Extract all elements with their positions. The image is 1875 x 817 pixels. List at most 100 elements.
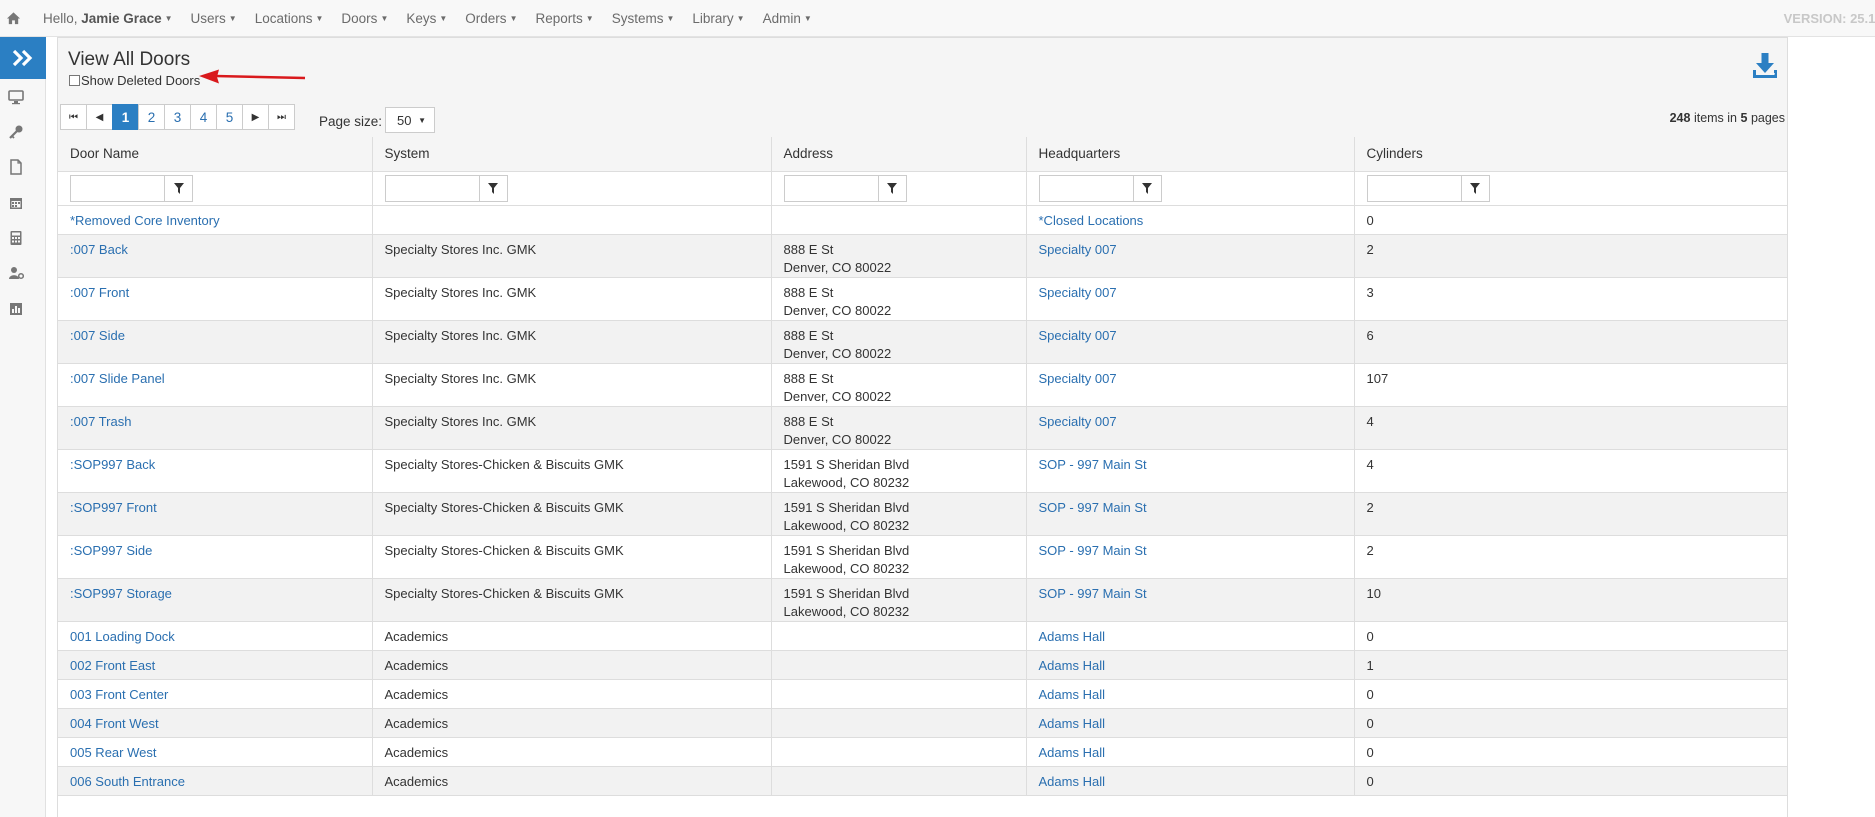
prev-page-button[interactable]: ◀: [86, 104, 113, 130]
door-link[interactable]: :007 Slide Panel: [70, 371, 165, 386]
greeting-text: Hello,: [43, 11, 78, 26]
filter-input[interactable]: [1038, 174, 1134, 202]
page-size-select[interactable]: 50 ▼: [385, 107, 436, 133]
calendar-icon[interactable]: [8, 195, 24, 211]
door-link[interactable]: 003 Front Center: [70, 687, 168, 702]
column-header[interactable]: Address: [771, 137, 1027, 172]
page-button[interactable]: 2: [138, 104, 165, 130]
download-icon[interactable]: [1751, 52, 1779, 80]
door-link[interactable]: :007 Back: [70, 242, 128, 257]
headquarters-link[interactable]: SOP - 997 Main St: [1039, 500, 1147, 515]
monitor-icon[interactable]: [8, 89, 24, 105]
nav-item-doors[interactable]: Doors ▼: [341, 11, 388, 26]
headquarters-link[interactable]: Adams Hall: [1039, 716, 1105, 731]
door-link[interactable]: :007 Side: [70, 328, 125, 343]
headquarters-link[interactable]: Adams Hall: [1039, 629, 1105, 644]
page-title: View All Doors: [68, 49, 191, 70]
nav-item-orders[interactable]: Orders ▼: [465, 11, 517, 26]
key-icon[interactable]: [8, 124, 24, 140]
document-icon[interactable]: [8, 159, 24, 175]
filter-input[interactable]: [1366, 174, 1462, 202]
system-cell: Academics: [372, 679, 772, 709]
door-name-cell: :007 Slide Panel: [58, 363, 373, 407]
headquarters-link[interactable]: Specialty 007: [1039, 414, 1117, 429]
grid-body: *Removed Core Inventory *Closed Locations…: [58, 205, 1788, 796]
show-deleted-checkbox[interactable]: [69, 75, 80, 86]
filter-button[interactable]: [878, 174, 907, 202]
filter-button[interactable]: [479, 174, 508, 202]
nav-item-label: Locations: [254, 11, 313, 26]
door-name-cell: 002 Front East: [58, 650, 373, 680]
headquarters-link[interactable]: SOP - 997 Main St: [1039, 543, 1147, 558]
cylinders-count: 2: [1366, 499, 1374, 515]
nav-item-label: Keys: [406, 11, 437, 26]
column-header[interactable]: Cylinders: [1354, 137, 1788, 172]
nav-item-systems[interactable]: Systems ▼: [612, 11, 675, 26]
user-menu[interactable]: Hello, Jamie Grace ▼: [43, 11, 173, 26]
door-link[interactable]: :SOP997 Side: [70, 543, 152, 558]
nav-item-keys[interactable]: Keys ▼: [406, 11, 447, 26]
door-link[interactable]: 006 South Entrance: [70, 774, 185, 789]
last-page-button[interactable]: ⏭: [268, 104, 295, 130]
address-line2: Denver, CO 80022: [783, 431, 892, 447]
door-link[interactable]: :007 Trash: [70, 414, 131, 429]
headquarters-link[interactable]: Adams Hall: [1039, 658, 1105, 673]
system-cell: Specialty Stores-Chicken & Biscuits GMK: [372, 492, 772, 536]
door-link[interactable]: 002 Front East: [70, 658, 155, 673]
home-icon[interactable]: [6, 11, 21, 26]
headquarters-link[interactable]: Specialty 007: [1039, 371, 1117, 386]
page-button[interactable]: 1: [112, 104, 139, 130]
nav-item-locations[interactable]: Locations ▼: [255, 11, 324, 26]
page-button[interactable]: 3: [164, 104, 191, 130]
user-gear-icon[interactable]: [8, 265, 24, 281]
filter-button[interactable]: [165, 174, 193, 202]
column-header[interactable]: System: [372, 137, 772, 172]
page-button[interactable]: 5: [216, 104, 243, 130]
headquarters-link[interactable]: Adams Hall: [1039, 745, 1105, 760]
door-link[interactable]: :SOP997 Front: [70, 500, 157, 515]
door-name-cell: 003 Front Center: [58, 679, 373, 709]
headquarters-link[interactable]: Specialty 007: [1039, 328, 1117, 343]
nav-item-library[interactable]: Library ▼: [692, 11, 744, 26]
headquarters-link[interactable]: SOP - 997 Main St: [1039, 457, 1147, 472]
filter-input[interactable]: [70, 174, 165, 202]
cylinders-cell: 2: [1354, 492, 1788, 536]
headquarters-link[interactable]: Adams Hall: [1039, 687, 1105, 702]
first-page-button[interactable]: ⏮: [60, 104, 87, 130]
headquarters-link[interactable]: Specialty 007: [1039, 285, 1117, 300]
filter-button[interactable]: [1133, 174, 1162, 202]
filter-input[interactable]: [384, 174, 480, 202]
sidebar-toggle-button[interactable]: [0, 37, 46, 79]
door-link[interactable]: :SOP997 Storage: [70, 586, 172, 601]
cylinders-count: 4: [1366, 456, 1374, 472]
headquarters-link[interactable]: SOP - 997 Main St: [1039, 586, 1147, 601]
door-link[interactable]: 001 Loading Dock: [70, 629, 175, 644]
cylinders-cell: 0: [1354, 766, 1788, 796]
page-button[interactable]: 4: [190, 104, 217, 130]
door-link[interactable]: :007 Front: [70, 285, 129, 300]
headquarters-link[interactable]: Specialty 007: [1039, 242, 1117, 257]
headquarters-link[interactable]: *Closed Locations: [1039, 213, 1144, 228]
table-row: 003 Front Center Academics Adams Hall 0: [58, 679, 1788, 709]
system-cell: Academics: [372, 708, 772, 738]
door-link[interactable]: 005 Rear West: [70, 745, 156, 760]
door-link[interactable]: :SOP997 Back: [70, 457, 155, 472]
calculator-icon[interactable]: [8, 230, 24, 246]
cylinders-cell: 107: [1354, 363, 1788, 407]
column-header[interactable]: Door Name: [58, 137, 373, 172]
nav-item-users[interactable]: Users ▼: [191, 11, 237, 26]
door-name-cell: :SOP997 Back: [58, 449, 373, 493]
bar-chart-icon[interactable]: [8, 301, 24, 317]
show-deleted-toggle[interactable]: Show Deleted Doors: [69, 73, 200, 88]
column-header[interactable]: Headquarters: [1026, 137, 1355, 172]
door-link[interactable]: *Removed Core Inventory: [70, 213, 220, 228]
filter-button[interactable]: [1461, 174, 1490, 202]
next-page-button[interactable]: ▶: [242, 104, 269, 130]
caret-down-icon: ▼: [666, 14, 675, 23]
door-link[interactable]: 004 Front West: [70, 716, 159, 731]
nav-item-reports[interactable]: Reports ▼: [535, 11, 593, 26]
headquarters-link[interactable]: Adams Hall: [1039, 774, 1105, 789]
caret-down-icon: ▼: [803, 14, 812, 23]
nav-item-admin[interactable]: Admin ▼: [763, 11, 812, 26]
filter-input[interactable]: [783, 174, 879, 202]
